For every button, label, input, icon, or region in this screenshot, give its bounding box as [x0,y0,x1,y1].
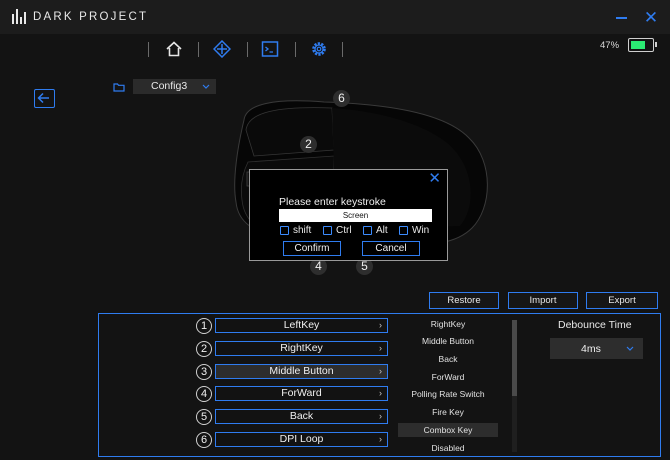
button-badge-6[interactable]: 6 [333,90,350,107]
chevron-down-icon [626,346,634,351]
debounce-dropdown[interactable]: 4ms [550,338,643,359]
key-assign-label: Back [289,410,314,422]
terminal-icon[interactable] [261,40,279,58]
modifier-alt[interactable]: Alt [363,225,388,236]
modifier-label: Win [412,225,430,236]
close-window-button[interactable]: ✕ [643,9,659,27]
scrollbar-thumb[interactable] [512,320,517,396]
modifier-label: Alt [376,225,388,236]
back-button[interactable] [34,89,55,108]
chevron-right-icon: › [379,434,382,444]
gear-icon[interactable] [310,40,328,58]
export-button[interactable]: Export [586,292,658,309]
folder-icon [113,83,125,92]
function-option[interactable]: Back [398,352,498,366]
key-assign-label: ForWard [281,387,322,399]
key-assign-button-3[interactable]: Middle Button › [215,364,388,379]
chevron-right-icon: › [379,411,382,421]
key-assign-button-6[interactable]: DPI Loop › [215,432,388,447]
key-assign-button-1[interactable]: LeftKey › [215,318,388,333]
row-number: 3 [196,364,212,380]
row-number: 4 [196,386,212,402]
modifier-win[interactable]: Win [399,225,429,236]
checkbox-icon [280,226,289,235]
chevron-right-icon: › [379,366,382,376]
title-bar: DARK PROJECT ✕ [0,0,670,34]
modifier-shift[interactable]: shift [280,225,311,236]
button-badge-2[interactable]: 2 [300,136,317,153]
modifier-ctrl[interactable]: Ctrl [323,225,352,236]
chevron-down-icon [202,84,210,89]
keystroke-dialog: ✕ Please enter keystroke shift Ctrl Alt … [249,169,448,261]
confirm-button[interactable]: Confirm [283,241,341,256]
brand-name: DARK PROJECT [33,10,149,23]
key-assign-button-2[interactable]: RightKey › [215,341,388,356]
row-number: 1 [196,318,212,334]
checkbox-icon [399,226,408,235]
key-assign-button-5[interactable]: Back › [215,409,388,424]
function-option-selected[interactable]: Combox Key [398,423,498,437]
nav-separator [342,42,343,57]
chevron-right-icon: › [379,388,382,398]
battery-percent: 47% [600,40,620,51]
config-selected-value: Config3 [151,80,188,92]
arrow-left-icon [37,92,49,104]
nav-separator [295,42,296,57]
modifier-label: Ctrl [336,225,352,236]
crosshair-diamond-icon[interactable] [213,40,231,58]
key-assign-label: DPI Loop [279,433,324,445]
row-number: 5 [196,409,212,425]
minimize-button[interactable] [616,17,627,19]
chevron-right-icon: › [379,343,382,353]
function-option[interactable]: Polling Rate Switch [398,387,498,401]
function-option[interactable]: Disabled [398,441,498,455]
battery-icon [628,38,657,52]
debounce-title: Debounce Time [558,319,632,331]
function-option[interactable]: ForWard [398,370,498,384]
nav-separator [247,42,248,57]
cancel-button[interactable]: Cancel [362,241,420,256]
checkbox-icon [363,226,372,235]
brand-logo: DARK PROJECT [12,9,148,24]
battery-level-fill [630,40,645,49]
chevron-right-icon: › [379,320,382,330]
config-dropdown[interactable]: Config3 [133,79,216,94]
row-number: 6 [196,432,212,448]
close-icon[interactable]: ✕ [428,171,441,187]
key-assign-label: RightKey [280,342,323,354]
checkbox-icon [323,226,332,235]
import-button[interactable]: Import [508,292,578,309]
function-option[interactable]: Fire Key [398,405,498,419]
key-assign-label: Middle Button [269,365,334,377]
row-number: 2 [196,341,212,357]
logo-mark-icon [12,9,26,24]
dialog-title: Please enter keystroke [279,196,386,208]
nav-separator [198,42,199,57]
key-assign-label: LeftKey [283,319,320,331]
function-option[interactable]: Middle Button [398,334,498,348]
debounce-value: 4ms [581,343,601,355]
function-option[interactable]: RightKey [398,317,498,331]
keystroke-input[interactable] [279,209,432,222]
modifier-label: shift [293,225,312,236]
key-assign-button-4[interactable]: ForWard › [215,386,388,401]
nav-separator [148,42,149,57]
restore-button[interactable]: Restore [429,292,499,309]
home-icon[interactable] [165,40,183,58]
